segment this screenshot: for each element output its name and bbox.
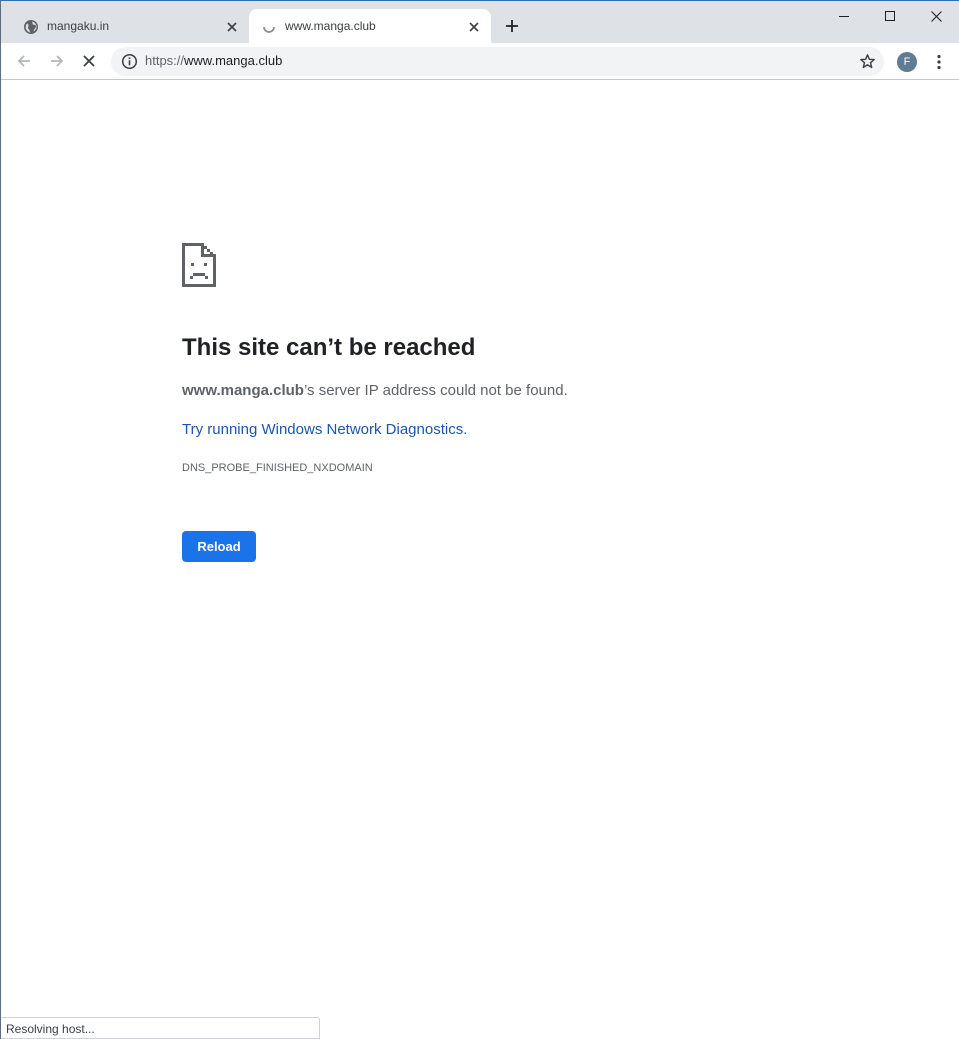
minimize-icon (839, 16, 849, 17)
sad-page-icon (182, 243, 216, 287)
stop-x-icon (83, 55, 95, 67)
url-host: www.manga.club (184, 53, 283, 68)
arrow-right-icon (51, 55, 64, 67)
globe-icon (24, 20, 38, 34)
close-icon (227, 22, 237, 32)
error-summary: www.manga.club’s server IP address could… (182, 382, 568, 399)
close-window-button[interactable] (913, 1, 959, 31)
close-tab-button[interactable] (465, 18, 483, 36)
address-bar[interactable]: https://www.manga.club (111, 47, 884, 76)
error-host: www.manga.club (182, 382, 304, 399)
minimize-button[interactable] (821, 1, 867, 31)
back-button[interactable] (11, 48, 37, 74)
close-icon (930, 10, 942, 22)
maximize-button[interactable] (867, 1, 913, 31)
plus-icon (506, 20, 518, 32)
stop-loading-button[interactable] (76, 48, 102, 74)
error-summary-text: ’s server IP address could not be found. (303, 382, 568, 399)
error-code: DNS_PROBE_FINISHED_NXDOMAIN (182, 462, 373, 474)
tab-manga-club[interactable]: www.manga.club (249, 9, 491, 44)
menu-button[interactable] (929, 50, 949, 74)
close-tab-button[interactable] (223, 18, 241, 36)
tab-mangaku[interactable]: mangaku.in (11, 9, 249, 44)
more-vertical-icon (937, 54, 941, 70)
tab-title: mangaku.in (47, 19, 110, 33)
network-diagnostics-link[interactable]: Try running Windows Network Diagnostics. (182, 421, 467, 438)
new-tab-button[interactable] (501, 15, 523, 37)
arrow-left-icon (17, 55, 30, 67)
reload-button[interactable]: Reload (182, 531, 256, 562)
loading-spinner-icon (263, 26, 275, 33)
tab-strip: mangaku.in www.manga.club (1, 0, 959, 44)
tab-title: www.manga.club (285, 19, 376, 33)
status-bubble: Resolving host... (1, 1017, 320, 1039)
url-text[interactable]: https://www.manga.club (145, 53, 282, 68)
window-controls (821, 1, 959, 31)
toolbar: https://www.manga.club F (1, 43, 959, 80)
url-scheme: https:// (145, 53, 185, 68)
browser-window: mangaku.in www.manga.club https://www.ma… (0, 0, 959, 1039)
forward-button[interactable] (44, 48, 70, 74)
profile-avatar[interactable]: F (897, 52, 917, 72)
star-icon[interactable] (859, 53, 876, 70)
page-content: This site can’t be reached www.manga.clu… (1, 80, 959, 1039)
close-icon (469, 22, 479, 32)
maximize-icon (885, 11, 895, 21)
error-heading: This site can’t be reached (182, 334, 476, 361)
info-icon[interactable] (121, 53, 138, 70)
